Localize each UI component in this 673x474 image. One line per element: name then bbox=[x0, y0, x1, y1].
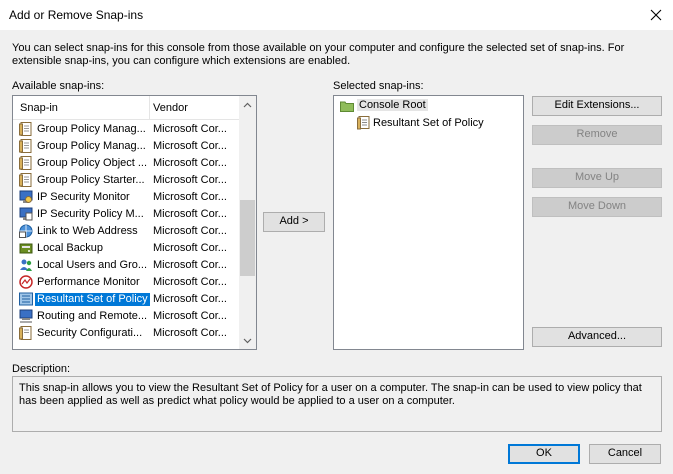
snapin-vendor: Microsoft Cor... bbox=[153, 174, 227, 186]
add-button[interactable]: Add > bbox=[263, 212, 325, 232]
list-item[interactable]: Group Policy Manag... Microsoft Cor... bbox=[13, 121, 242, 138]
move-up-button[interactable]: Move Up bbox=[532, 168, 662, 188]
list-item[interactable]: IP Security Policy M... Microsoft Cor... bbox=[13, 206, 242, 223]
title-bar: Add or Remove Snap-ins bbox=[0, 0, 673, 30]
web-link-icon bbox=[19, 224, 33, 238]
snapin-vendor: Microsoft Cor... bbox=[153, 157, 227, 169]
rsop-icon bbox=[19, 292, 33, 306]
description-text: This snap-in allows you to view the Resu… bbox=[12, 376, 662, 432]
close-button[interactable] bbox=[639, 0, 673, 30]
description-label: Description: bbox=[12, 363, 71, 375]
remove-button[interactable]: Remove bbox=[532, 125, 662, 145]
document-icon bbox=[19, 173, 32, 187]
snapin-vendor: Microsoft Cor... bbox=[153, 293, 227, 305]
document-icon bbox=[19, 156, 32, 170]
snapin-vendor: Microsoft Cor... bbox=[153, 191, 227, 203]
routing-icon bbox=[19, 309, 33, 323]
rsop-icon bbox=[357, 116, 370, 130]
list-item[interactable]: Group Policy Starter... Microsoft Cor... bbox=[13, 172, 242, 189]
document-icon bbox=[19, 139, 32, 153]
close-icon bbox=[650, 9, 662, 21]
folder-icon bbox=[340, 101, 354, 112]
snapin-name: Group Policy Manag... bbox=[37, 123, 146, 135]
snapin-name: Routing and Remote... bbox=[37, 310, 148, 322]
vertical-scrollbar[interactable] bbox=[239, 96, 256, 349]
snapin-name: Local Backup bbox=[37, 242, 104, 254]
snapin-vendor: Microsoft Cor... bbox=[153, 225, 227, 237]
users-icon bbox=[20, 259, 32, 271]
list-item[interactable]: Local Backup Microsoft Cor... bbox=[13, 240, 242, 257]
ok-button[interactable]: OK bbox=[508, 444, 580, 464]
advanced-button[interactable]: Advanced... bbox=[532, 327, 662, 347]
window-title: Add or Remove Snap-ins bbox=[9, 8, 144, 22]
snapin-name: Performance Monitor bbox=[37, 276, 140, 288]
list-header: Snap-in Vendor bbox=[13, 96, 242, 120]
intro-text: You can select snap-ins for this console… bbox=[12, 42, 625, 67]
selected-snapins-label: Selected snap-ins: bbox=[333, 80, 424, 92]
tree-node-label: Console Root bbox=[357, 99, 428, 111]
snapin-name: Local Users and Gro... bbox=[37, 259, 148, 271]
list-item[interactable]: Local Users and Gro... Microsoft Cor... bbox=[13, 257, 242, 274]
snapin-name: Group Policy Object ... bbox=[37, 157, 148, 169]
list-item[interactable]: Security Configurati... Microsoft Cor... bbox=[13, 325, 242, 342]
snapin-vendor: Microsoft Cor... bbox=[153, 242, 227, 254]
snapin-name: Group Policy Manag... bbox=[37, 140, 146, 152]
edit-extensions-button[interactable]: Edit Extensions... bbox=[532, 96, 662, 116]
scroll-down-arrow[interactable] bbox=[239, 332, 256, 349]
snapin-vendor: Microsoft Cor... bbox=[153, 276, 227, 288]
document-icon bbox=[19, 122, 32, 136]
ip-security-monitor-icon bbox=[19, 190, 33, 203]
snapin-name: IP Security Monitor bbox=[37, 191, 130, 203]
column-header-vendor[interactable]: Vendor bbox=[153, 102, 188, 114]
list-item[interactable]: Group Policy Manag... Microsoft Cor... bbox=[13, 138, 242, 155]
chevron-up-icon bbox=[243, 102, 252, 107]
snapin-vendor: Microsoft Cor... bbox=[153, 123, 227, 135]
security-config-icon bbox=[19, 326, 32, 340]
snapin-vendor: Microsoft Cor... bbox=[153, 310, 227, 322]
move-down-button[interactable]: Move Down bbox=[532, 197, 662, 217]
performance-monitor-icon bbox=[19, 275, 33, 289]
list-item[interactable]: Group Policy Object ... Microsoft Cor... bbox=[13, 155, 242, 172]
snapin-vendor: Microsoft Cor... bbox=[153, 259, 227, 271]
column-header-snapin[interactable]: Snap-in bbox=[20, 102, 58, 114]
snapin-name: IP Security Policy M... bbox=[37, 208, 144, 220]
available-snapins-label: Available snap-ins: bbox=[12, 80, 105, 92]
snapin-vendor: Microsoft Cor... bbox=[153, 140, 227, 152]
cancel-button[interactable]: Cancel bbox=[589, 444, 661, 464]
list-item[interactable]: Performance Monitor Microsoft Cor... bbox=[13, 274, 242, 291]
backup-icon bbox=[19, 243, 33, 254]
snapin-vendor: Microsoft Cor... bbox=[153, 208, 227, 220]
snapin-name: Link to Web Address bbox=[37, 225, 138, 237]
snapin-name: Group Policy Starter... bbox=[37, 174, 145, 186]
list-item[interactable]: IP Security Monitor Microsoft Cor... bbox=[13, 189, 242, 206]
scroll-up-arrow[interactable] bbox=[239, 96, 256, 113]
list-item[interactable]: Resultant Set of Policy Microsoft Cor... bbox=[13, 291, 242, 308]
tree-node-label: Resultant Set of Policy bbox=[373, 117, 484, 129]
snapin-vendor: Microsoft Cor... bbox=[153, 327, 227, 339]
scroll-thumb[interactable] bbox=[240, 200, 255, 276]
list-item[interactable]: Link to Web Address Microsoft Cor... bbox=[13, 223, 242, 240]
list-item[interactable]: Routing and Remote... Microsoft Cor... bbox=[13, 308, 242, 325]
ip-security-policy-icon bbox=[19, 207, 33, 221]
available-snapins-list[interactable]: Snap-in Vendor Group Policy Manag... Micr… bbox=[12, 95, 257, 350]
chevron-down-icon bbox=[243, 338, 252, 343]
snapin-name: Resultant Set of Policy bbox=[35, 293, 150, 306]
snapin-name: Security Configurati... bbox=[37, 327, 143, 339]
selected-snapins-tree[interactable]: Console Root Resultant Set of Policy bbox=[333, 95, 524, 350]
